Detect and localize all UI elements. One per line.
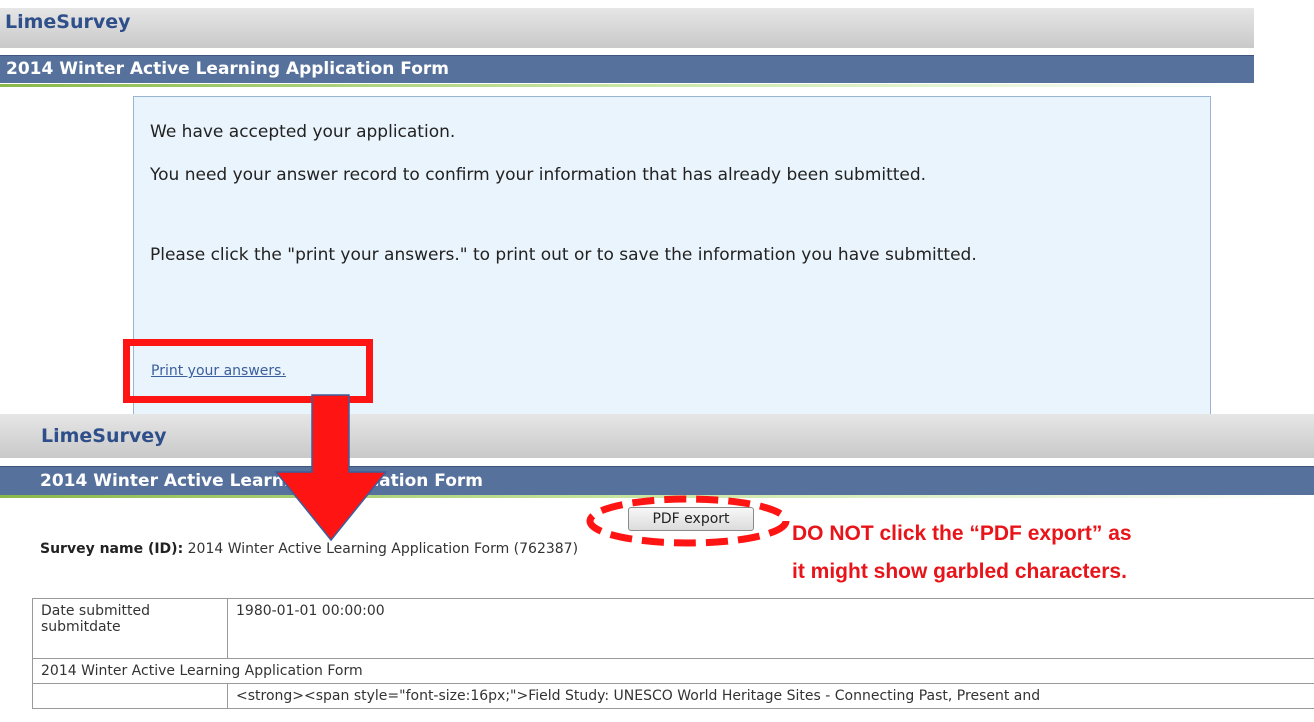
top-header-bar (0, 8, 1254, 48)
top-form-title: 2014 Winter Active Learning Application … (6, 59, 449, 79)
table-group-title: 2014 Winter Active Learning Application … (32, 658, 1314, 684)
warning-text-line-1: DO NOT click the “PDF export” as (792, 522, 1132, 545)
table-row: Date submitted submitdate 1980-01-01 00:… (32, 598, 1314, 659)
table-cell-value: 1980-01-01 00:00:00 (227, 598, 1314, 659)
survey-name-label: Survey name (ID): (40, 541, 184, 557)
table-cell-label (32, 683, 228, 709)
bottom-brand-logo: LimeSurvey (41, 425, 167, 447)
table-cell-label: Date submitted submitdate (32, 598, 228, 659)
table-group-row: 2014 Winter Active Learning Application … (32, 658, 1314, 684)
response-table: Date submitted submitdate 1980-01-01 00:… (32, 598, 1314, 709)
warning-text-line-2: it might show garbled characters. (792, 560, 1127, 583)
accepted-message: We have accepted your application. (150, 122, 456, 142)
answer-record-message: You need your answer record to confirm y… (150, 165, 927, 185)
pdf-export-warning-ellipse (586, 495, 790, 547)
print-instruction-message: Please click the "print your answers." t… (150, 245, 977, 265)
top-divider (0, 84, 1254, 87)
down-arrow-icon (274, 394, 388, 542)
table-cell-value: <strong><span style="font-size:16px;">Fi… (227, 683, 1314, 709)
table-row: <strong><span style="font-size:16px;">Fi… (32, 683, 1314, 709)
bottom-header-bar (0, 414, 1314, 458)
top-brand-logo: LimeSurvey (5, 11, 131, 33)
